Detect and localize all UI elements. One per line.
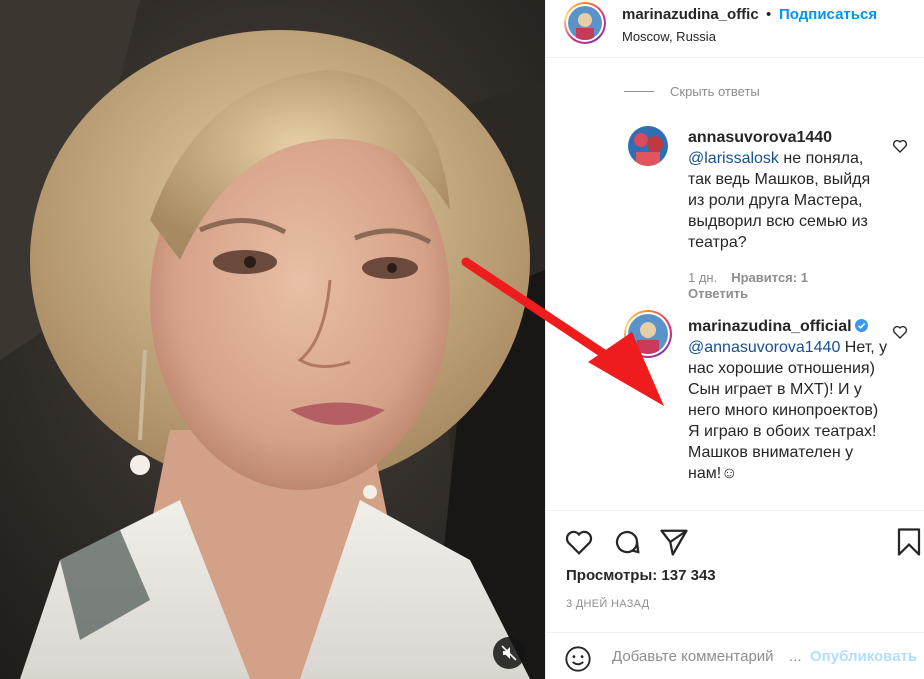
commenter-avatar[interactable] [628,126,668,166]
post-actions-bar [546,510,924,570]
post-sidebar: marinazudina_offic • Подписаться Moscow,… [545,0,924,679]
view-count[interactable]: Просмотры: 137 343 [566,567,716,584]
speaker-muted-icon [501,645,517,661]
hide-replies-label: Скрыть ответы [670,84,760,99]
follow-button[interactable]: Подписаться [779,6,877,23]
comment-mention[interactable]: @annasuvorova1440 [688,339,840,356]
commenter-avatar[interactable] [624,310,672,358]
bookmark-icon[interactable] [894,527,924,557]
add-comment-bar: Добавьте комментарий ... Опубликовать [546,632,924,679]
header-separator: • [766,6,772,23]
author-username[interactable]: marinazudina_offic [622,6,759,23]
comment-mention[interactable]: @larissalosk [688,150,779,167]
comment-content: Нет, у нас хорошие отношения) Сын играет… [688,339,888,482]
comment-meta: 1 дн. Нравится: 1 [688,270,808,285]
comment-input[interactable]: Добавьте комментарий [612,648,807,665]
post-video[interactable] [0,0,545,679]
post-header: marinazudina_offic • Подписаться Moscow,… [546,0,924,58]
share-icon[interactable] [659,527,689,557]
placeholder-ellipsis: ... [789,648,802,665]
video-frame [0,0,545,679]
comment-username[interactable]: annasuvorova1440 [688,129,832,146]
comment-text: marinazudina_official @annasuvorova1440 … [688,316,888,484]
heart-icon[interactable] [892,324,908,340]
mute-toggle-button[interactable] [493,637,525,669]
heart-icon[interactable] [892,138,908,154]
publish-button[interactable]: Опубликовать [810,648,917,665]
comment-age: 1 дн. [688,270,718,285]
author-avatar[interactable] [564,2,606,44]
comment-text: annasuvorova1440 @larissalosk не поняла,… [688,127,888,253]
verified-badge-icon [854,319,868,332]
hide-replies-toggle[interactable]: Скрыть ответы [624,84,760,99]
heart-icon[interactable] [564,527,594,557]
comment-icon[interactable] [612,527,642,557]
comment-likes[interactable]: Нравится: 1 [731,270,808,285]
post-location[interactable]: Moscow, Russia [622,29,716,44]
reply-button[interactable]: Ответить [688,286,748,301]
divider [624,91,654,92]
comment-username[interactable]: marinazudina_official [688,318,852,335]
smiley-icon[interactable] [564,645,592,673]
post-timestamp[interactable]: 3 ДНЕЙ НАЗАД [566,598,649,610]
